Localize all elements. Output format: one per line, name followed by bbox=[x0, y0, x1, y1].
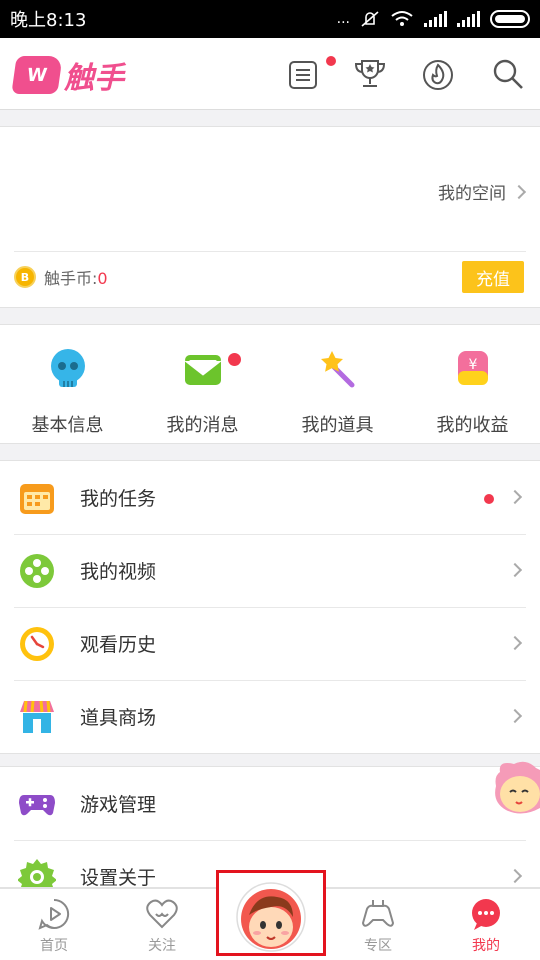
center-launch-button[interactable] bbox=[216, 870, 326, 956]
skull-icon bbox=[50, 349, 85, 387]
menu-item-shop[interactable]: 道具商场 bbox=[0, 680, 540, 753]
menu-label: 我的视频 bbox=[80, 561, 157, 583]
menu-label: 道具商场 bbox=[80, 707, 157, 729]
chat-bubble-icon bbox=[472, 899, 500, 930]
tab-label: 我的 bbox=[472, 938, 500, 954]
coin-value: 0 bbox=[97, 269, 108, 288]
divider bbox=[14, 251, 526, 252]
coin-label: 触手币:0 bbox=[44, 269, 108, 288]
settings-icon bbox=[18, 858, 56, 887]
signal-icon bbox=[424, 11, 447, 27]
profile-card: 我的空间 B 触手币:0 充值 bbox=[0, 126, 540, 308]
quick-earnings[interactable]: ¥ 我的收益 bbox=[405, 325, 540, 443]
messages-badge bbox=[228, 353, 241, 366]
menu-item-game-management[interactable]: 游戏管理 bbox=[0, 767, 540, 840]
quick-label: 基本信息 bbox=[31, 415, 104, 436]
chevron-right-icon bbox=[507, 635, 523, 651]
heart-icon bbox=[146, 899, 178, 929]
film-reel-icon bbox=[20, 553, 54, 588]
coin-balance: B 触手币:0 bbox=[14, 265, 108, 289]
chevron-right-icon bbox=[507, 489, 523, 505]
quick-label: 我的道具 bbox=[301, 415, 374, 436]
signal-icon-2 bbox=[457, 11, 480, 27]
logo-text: 触手 bbox=[64, 61, 124, 96]
menu-item-history[interactable]: 观看历史 bbox=[0, 607, 540, 680]
battery-icon bbox=[490, 10, 530, 28]
tab-home[interactable]: 首页 bbox=[0, 889, 108, 960]
tab-mine[interactable]: 我的 bbox=[432, 889, 540, 960]
chevron-right-icon bbox=[511, 184, 527, 199]
fire-icon[interactable] bbox=[420, 56, 456, 92]
menu-group-1: 我的任务 我的视频 观看历史 道具商场 bbox=[0, 460, 540, 754]
tab-follow[interactable]: 关注 bbox=[108, 889, 216, 960]
chevron-right-icon bbox=[507, 868, 523, 884]
coin-icon: B bbox=[14, 266, 36, 288]
news-icon[interactable] bbox=[286, 56, 322, 92]
menu-label: 我的任务 bbox=[80, 488, 157, 510]
status-bar: 晚上8:13 ... bbox=[0, 0, 540, 38]
menu-label: 设置关于 bbox=[80, 867, 157, 888]
status-icons: ... bbox=[337, 10, 530, 28]
status-time: 晚上8:13 bbox=[10, 10, 87, 31]
wifi-icon bbox=[391, 11, 413, 26]
chevron-right-icon bbox=[507, 708, 523, 724]
mascot-face-icon bbox=[236, 882, 306, 952]
news-badge bbox=[326, 56, 336, 66]
calendar-icon bbox=[20, 483, 54, 514]
quick-actions: 基本信息 我的消息 我的道具 ¥ 我的收益 bbox=[0, 324, 540, 444]
menu-label: 游戏管理 bbox=[80, 794, 157, 816]
quick-items[interactable]: 我的道具 bbox=[270, 325, 405, 443]
quick-basic-info[interactable]: 基本信息 bbox=[0, 325, 135, 443]
app-logo[interactable]: W 触手 bbox=[11, 53, 124, 97]
recharge-button[interactable]: 充值 bbox=[462, 261, 524, 293]
magic-wand-icon bbox=[320, 351, 354, 388]
my-space-label: 我的空间 bbox=[438, 184, 506, 204]
chevron-right-icon bbox=[507, 562, 523, 578]
tab-label: 首页 bbox=[40, 938, 68, 954]
menu-item-videos[interactable]: 我的视频 bbox=[0, 534, 540, 607]
tab-label: 关注 bbox=[148, 938, 176, 954]
logo-mark: W bbox=[11, 56, 63, 94]
mascot-float-icon[interactable] bbox=[492, 758, 540, 820]
quick-label: 我的消息 bbox=[166, 415, 239, 436]
mute-icon bbox=[361, 11, 379, 27]
play-icon bbox=[38, 898, 70, 930]
my-space-link[interactable]: 我的空间 bbox=[438, 179, 527, 204]
shop-icon bbox=[20, 700, 54, 733]
quick-messages[interactable]: 我的消息 bbox=[135, 325, 270, 443]
search-icon[interactable] bbox=[490, 56, 526, 92]
quick-label: 我的收益 bbox=[436, 415, 509, 436]
gamepad-icon bbox=[19, 794, 55, 815]
menu-label: 观看历史 bbox=[80, 634, 157, 656]
tab-label: 专区 bbox=[364, 938, 392, 954]
envelope-icon bbox=[184, 355, 221, 385]
more-dots: ... bbox=[336, 11, 350, 27]
app-header: W 触手 bbox=[0, 38, 540, 110]
controller-icon bbox=[361, 900, 395, 927]
svg-text:¥: ¥ bbox=[468, 357, 477, 373]
trophy-icon[interactable] bbox=[352, 56, 388, 92]
menu-item-tasks[interactable]: 我的任务 bbox=[0, 461, 540, 534]
tab-zone[interactable]: 专区 bbox=[324, 889, 432, 960]
clock-icon bbox=[20, 626, 54, 661]
tasks-badge bbox=[484, 494, 494, 504]
money-bag-icon: ¥ bbox=[457, 351, 488, 385]
